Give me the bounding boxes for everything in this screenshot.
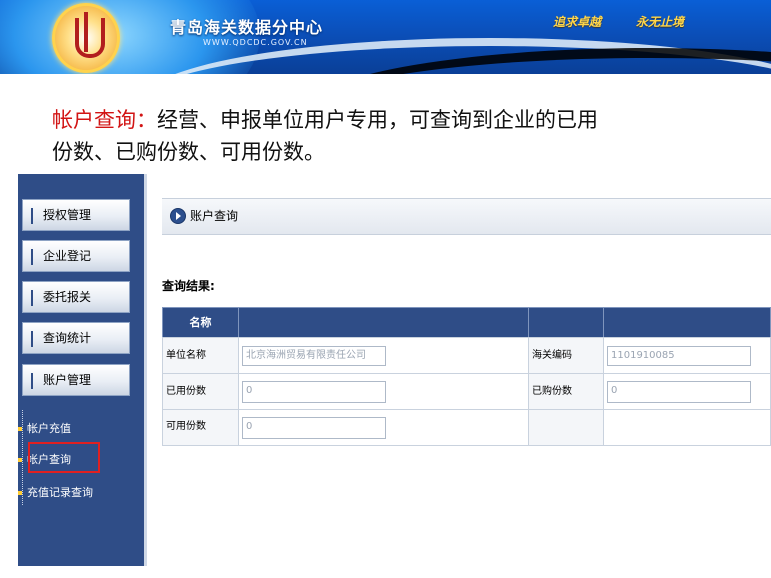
purchased-count-field[interactable]: 0	[607, 381, 751, 403]
table-header-cell	[603, 307, 771, 338]
arrow-circle-icon	[170, 208, 186, 224]
page-header: 账户查询	[162, 198, 771, 235]
row-label-purchased-count: 已购份数	[528, 373, 604, 410]
table-cell	[528, 409, 604, 446]
site-title: 青岛海关数据分中心	[170, 18, 324, 37]
bullet-icon	[18, 458, 22, 462]
table-header-cell	[528, 307, 604, 338]
table-cell: 1101910085	[603, 337, 771, 374]
annotation-highlight-box	[28, 442, 100, 473]
description-line2: 份数、已购份数、可用份数。	[52, 140, 325, 164]
used-count-field[interactable]: 0	[242, 381, 386, 403]
sidebar-item-enterprise-registration[interactable]: 企业登记	[22, 240, 130, 272]
result-label: 查询结果:	[162, 279, 215, 293]
table-header-name: 名称	[162, 307, 239, 338]
bullet-icon	[18, 427, 22, 431]
description-highlight: 帐户查询：	[52, 108, 157, 132]
site-url: WWW.QDCDC.GOV.CN	[203, 38, 308, 47]
slogan-right: 永无止境	[636, 15, 685, 29]
sidebar-item-entrusted-declaration[interactable]: 委托报关	[22, 281, 130, 313]
row-label-company-name: 单位名称	[162, 337, 239, 374]
row-label-used-count: 已用份数	[162, 373, 239, 410]
row-label-customs-code: 海关编码	[528, 337, 604, 374]
sidebar-item-query-statistics[interactable]: 查询统计	[22, 322, 130, 354]
company-name-field[interactable]: 北京海洲贸易有限责任公司	[242, 346, 386, 366]
row-label-available-count: 可用份数	[162, 409, 239, 446]
sidebar-subitem-account-recharge[interactable]: 帐户充值	[18, 420, 71, 436]
page-title: 账户查询	[190, 209, 239, 223]
customs-code-field[interactable]: 1101910085	[607, 346, 751, 366]
slogan-left: 追求卓越	[553, 15, 602, 29]
table-cell: 0	[603, 373, 771, 410]
sidebar-item-account-management[interactable]: 账户管理	[22, 364, 130, 396]
table-cell: 北京海洲贸易有限责任公司	[238, 337, 529, 374]
table-header-cell	[238, 307, 529, 338]
available-count-field[interactable]: 0	[242, 417, 386, 439]
bullet-icon	[18, 491, 22, 495]
sidebar-item-authorization[interactable]: 授权管理	[22, 199, 130, 231]
table-cell: 0	[238, 409, 529, 446]
description-line1: 经营、申报单位用户专用，可查询到企业的已用	[157, 108, 598, 132]
table-cell	[603, 409, 771, 446]
customs-emblem-logo	[52, 3, 120, 73]
sidebar: 授权管理 企业登记 委托报关 查询统计 账户管理	[18, 174, 147, 566]
table-cell: 0	[238, 373, 529, 410]
site-banner: 青岛海关数据分中心 WWW.QDCDC.GOV.CN 追求卓越 永无止境	[0, 0, 771, 74]
slide-description: 帐户查询：经营、申报单位用户专用，可查询到企业的已用 份数、已购份数、可用份数。	[52, 104, 742, 168]
sidebar-subitem-recharge-record-query[interactable]: 充值记录查询	[18, 484, 93, 500]
